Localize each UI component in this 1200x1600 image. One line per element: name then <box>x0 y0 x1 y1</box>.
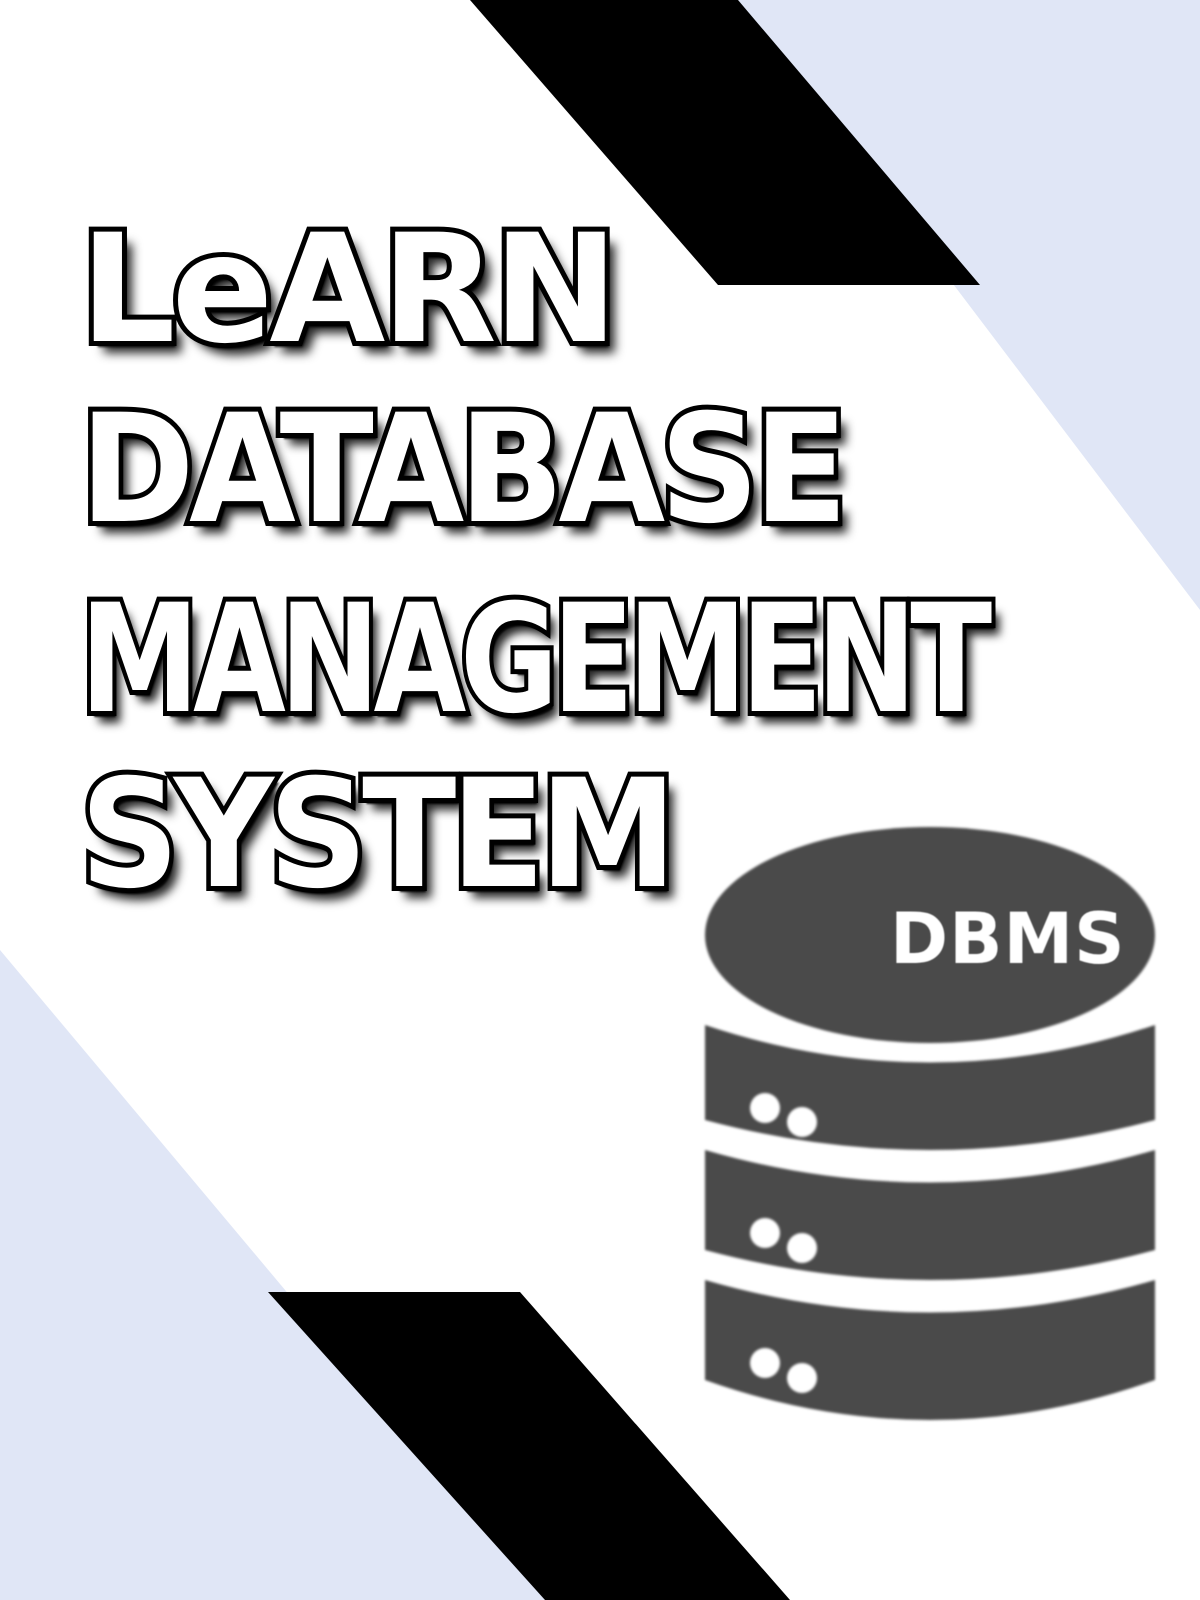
db-segment-3 <box>705 1280 1155 1420</box>
db-segment-1 <box>705 1025 1155 1150</box>
title-line-management: MANAGEMENT <box>76 573 996 747</box>
title-line-learn: LeARN <box>75 203 623 377</box>
title-line-database: DATABASE <box>75 383 852 557</box>
dbms-label: DBMS <box>890 898 1126 980</box>
db-segment-2 <box>705 1150 1155 1280</box>
